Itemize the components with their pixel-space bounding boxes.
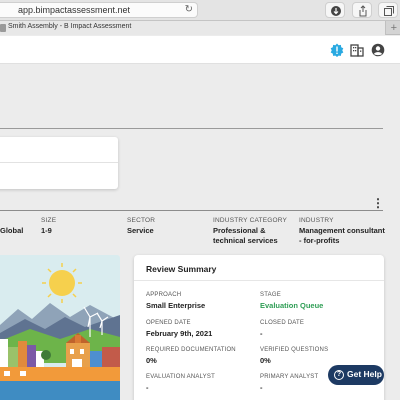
- more-options-icon[interactable]: ⋮: [372, 196, 384, 210]
- size-value: 1-9: [41, 226, 52, 235]
- card-divider: [134, 280, 384, 281]
- browser-toolbar: app.bimpactassessment.net ↻: [0, 0, 400, 20]
- stage-label: STAGE: [260, 292, 281, 298]
- industry-category-value: Professional & technical services: [213, 226, 278, 245]
- tab-bar: Smith Assembly - B Impact Assessment +: [0, 20, 400, 35]
- download-icon: [331, 6, 341, 16]
- sector-label: SECTOR: [127, 217, 156, 224]
- town-illustration: [0, 255, 120, 400]
- app-header: [0, 36, 400, 64]
- card-divider: [0, 162, 118, 163]
- primary-analyst-label: PRIMARY ANALYST: [260, 374, 319, 380]
- share-icon: [359, 5, 367, 17]
- industry-category-label: INDUSTRY CATEGORY: [213, 217, 288, 224]
- stage-value: Evaluation Queue: [260, 301, 324, 310]
- industry-label: INDUSTRY: [299, 217, 334, 224]
- page-favicon-icon: [0, 24, 6, 32]
- closed-date-label: CLOSED DATE: [260, 320, 305, 326]
- building-icon[interactable]: [350, 43, 364, 57]
- location-value: Global: [0, 226, 24, 235]
- opened-date-value: February 9th, 2021: [146, 329, 213, 338]
- size-label: SIZE: [41, 217, 57, 224]
- approach-label: APPROACH: [146, 292, 182, 298]
- company-search-card[interactable]: [0, 137, 118, 189]
- industry-value: Management consultant - for-profits: [299, 226, 385, 245]
- approach-value: Small Enterprise: [146, 301, 206, 310]
- verified-questions-value: 0%: [260, 356, 271, 365]
- info-divider: [0, 210, 383, 211]
- address-bar[interactable]: app.bimpactassessment.net ↻: [0, 2, 198, 18]
- account-icon[interactable]: [371, 43, 385, 57]
- get-help-button[interactable]: ? Get Help: [328, 365, 384, 385]
- primary-analyst-value: -: [260, 383, 263, 392]
- browser-tab[interactable]: Smith Assembly - B Impact Assessment: [0, 21, 386, 35]
- share-button[interactable]: [352, 2, 372, 18]
- required-documentation-label: REQUIRED DOCUMENTATION: [146, 347, 236, 353]
- closed-date-value: -: [260, 329, 263, 338]
- opened-date-label: OPENED DATE: [146, 320, 191, 326]
- notification-badge-icon[interactable]: [330, 43, 344, 57]
- section-divider: [0, 128, 383, 129]
- get-help-label: Get Help: [347, 369, 382, 379]
- evaluation-analyst-label: EVALUATION ANALYST: [146, 374, 215, 380]
- tabs-overview-button[interactable]: [378, 2, 398, 18]
- tabs-icon: [384, 6, 394, 16]
- address-url[interactable]: app.bimpactassessment.net: [18, 5, 130, 15]
- evaluation-analyst-value: -: [146, 383, 149, 392]
- downloads-button[interactable]: [325, 2, 345, 18]
- new-tab-button[interactable]: +: [391, 21, 397, 35]
- reload-icon[interactable]: ↻: [185, 4, 193, 15]
- verified-questions-label: VERIFIED QUESTIONS: [260, 347, 329, 353]
- sector-value: Service: [127, 226, 154, 235]
- tab-title: Smith Assembly - B Impact Assessment: [8, 23, 132, 30]
- help-icon: ?: [334, 370, 344, 380]
- review-summary-title: Review Summary: [146, 264, 217, 274]
- required-documentation-value: 0%: [146, 356, 157, 365]
